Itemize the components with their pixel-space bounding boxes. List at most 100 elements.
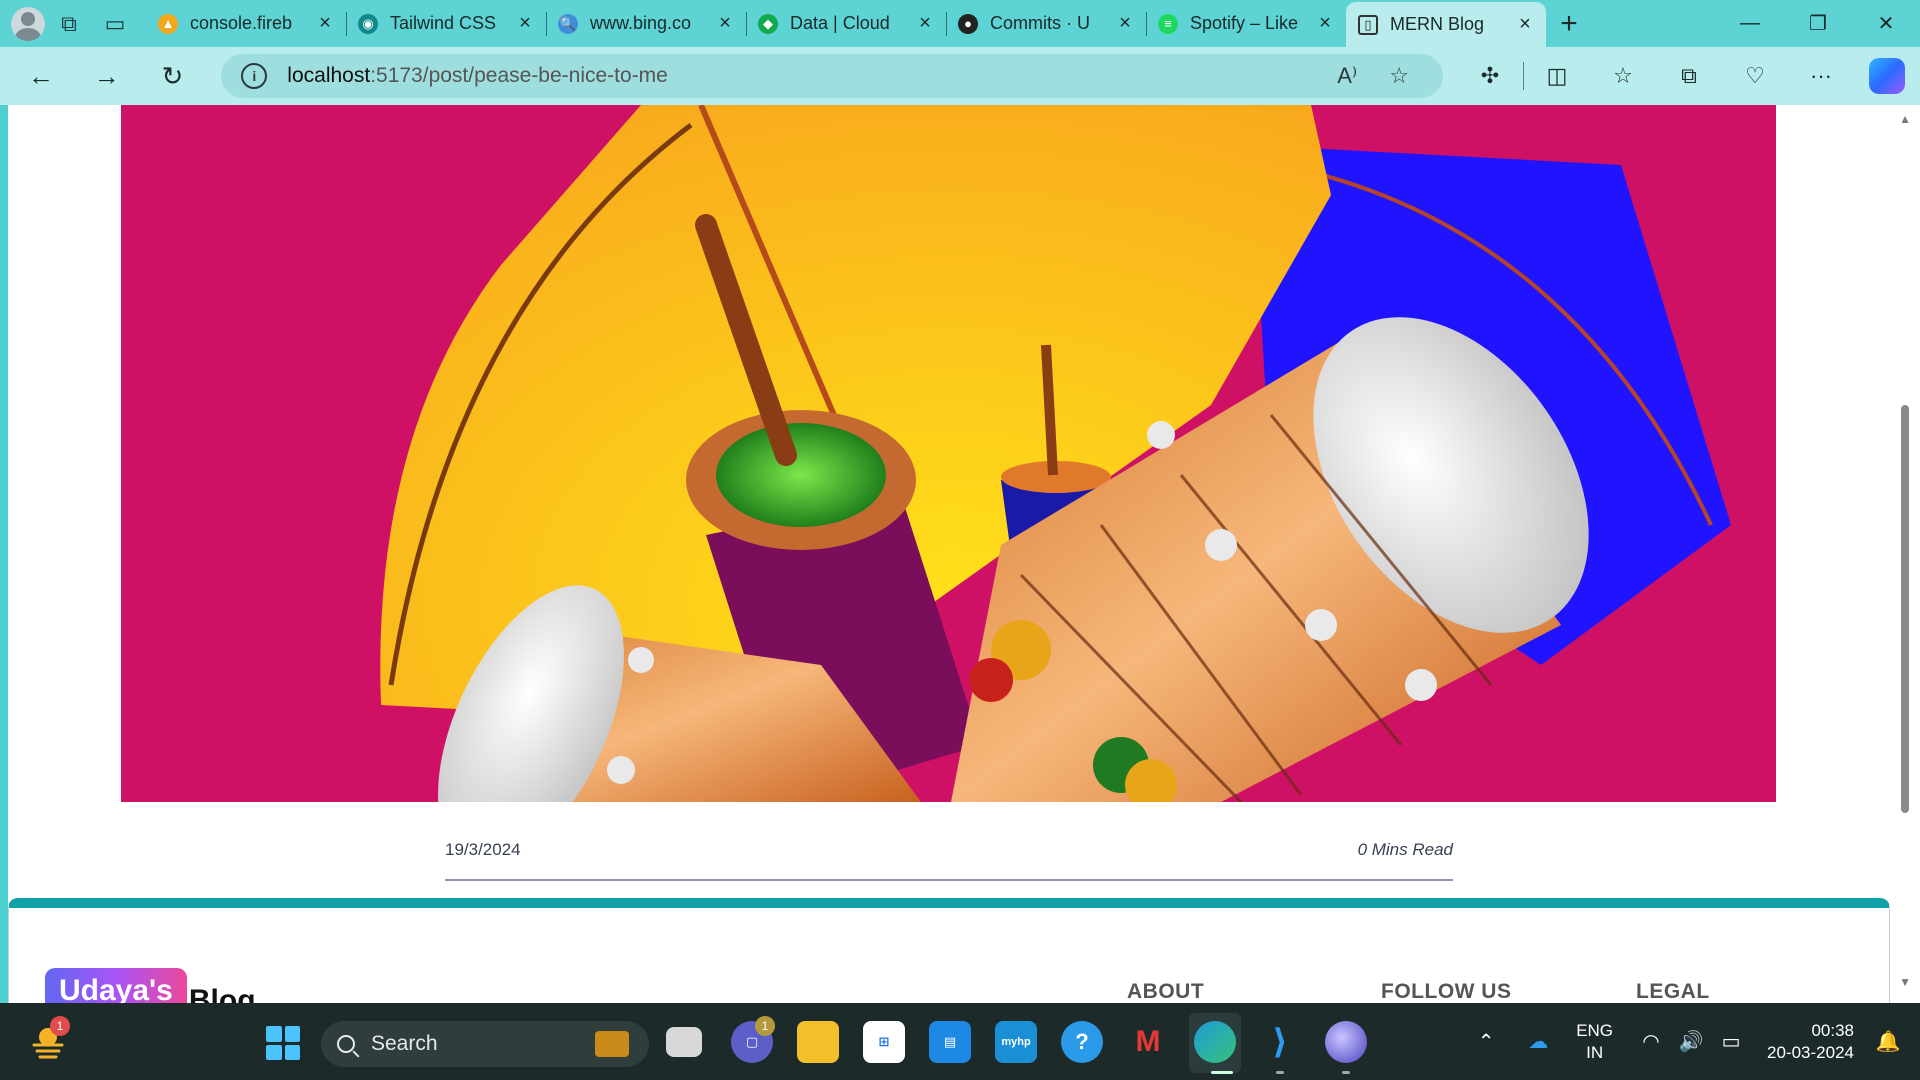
file-explorer-icon[interactable]	[797, 1021, 839, 1063]
lang-line-1: ENG	[1576, 1020, 1614, 1040]
browser-tab-strip: ⧉ ▭ ▲ console.fireb × ◉ Tailwind CSS × 🔍 www.bi…	[0, 0, 1920, 47]
show-hidden-icons-chevron-icon[interactable]: ⌃	[1466, 1029, 1506, 1054]
window-controls: — ❐ ✕	[1716, 0, 1920, 47]
tab-close-icon[interactable]: ×	[1514, 13, 1536, 36]
browser-tab[interactable]: ▯ MERN Blog ×	[1346, 2, 1546, 47]
volume-icon[interactable]: 🔊	[1671, 1029, 1711, 1054]
small-spool-handle	[1041, 344, 1058, 476]
scroll-up-arrow-icon[interactable]: ▲	[1899, 112, 1911, 126]
read-aloud-icon[interactable]: A⁾	[1337, 63, 1357, 89]
back-button[interactable]: ←	[8, 47, 74, 105]
read-time: 0 Mins Read	[1357, 840, 1453, 859]
app-running-indicator	[1342, 1071, 1350, 1074]
minimize-button[interactable]: —	[1716, 0, 1784, 47]
browser-tab[interactable]: ◆ Data | Cloud ×	[746, 0, 946, 47]
clock[interactable]: 00:38 20-03-2024	[1767, 1020, 1854, 1064]
post-date: 19/3/2024	[445, 840, 521, 859]
windows-taskbar: 1 Search ▢ 1 ⊞ ▤ myhp ? M ⟩ ⌃ ☁ ENG IN ◠…	[0, 1003, 1920, 1080]
close-window-button[interactable]: ✕	[1852, 0, 1920, 47]
windows-logo-tile	[284, 1026, 300, 1042]
news-app-icon[interactable]: ▤	[929, 1021, 971, 1063]
copilot-button[interactable]	[1854, 47, 1920, 105]
post-meta: 19/3/2024 0 Mins Read	[445, 840, 1453, 860]
favorite-star-icon[interactable]: ☆	[1389, 63, 1409, 89]
browser-tab[interactable]: 🔍 www.bing.co ×	[546, 0, 746, 47]
tab-favicon-icon: ●	[958, 13, 978, 34]
taskbar-search[interactable]: Search	[321, 1021, 649, 1067]
clock-time: 00:38	[1811, 1020, 1854, 1040]
onedrive-cloud-icon[interactable]: ☁	[1518, 1029, 1558, 1054]
tab-title: MERN Blog	[1390, 14, 1485, 34]
hero-illustration	[121, 105, 1776, 802]
tab-actions-icon[interactable]: ▭	[92, 0, 138, 47]
myhp-icon[interactable]: myhp	[995, 1021, 1037, 1063]
favorites-icon[interactable]: ☆	[1590, 47, 1656, 105]
task-view-icon[interactable]	[666, 1027, 702, 1057]
tab-favicon-icon: ▲	[158, 13, 178, 34]
post-hero-image	[121, 105, 1776, 802]
tab-title: Data | Cloud	[790, 13, 890, 33]
edge-active-indicator	[1211, 1071, 1233, 1074]
copilot-icon	[1869, 58, 1906, 94]
tab-favicon-icon: ◆	[758, 13, 778, 34]
tassel	[969, 658, 1013, 702]
drum-bead	[1147, 421, 1175, 449]
more-menu-icon[interactable]: ···	[1788, 47, 1854, 105]
vscode-icon[interactable]: ⟩	[1259, 1021, 1301, 1063]
extensions-icon[interactable]: ✣	[1457, 47, 1523, 105]
weather-badge: 1	[50, 1016, 70, 1036]
scroll-down-arrow-icon[interactable]: ▼	[1899, 975, 1911, 989]
tab-close-icon[interactable]: ×	[914, 12, 936, 35]
site-info-icon[interactable]: i	[241, 63, 268, 89]
get-help-icon[interactable]: ?	[1061, 1021, 1103, 1063]
footer-heading-about: ABOUT	[1127, 980, 1205, 1003]
collections-icon[interactable]: ⧉	[1656, 47, 1722, 105]
browser-toolbar: ← → ↻ i localhost:5173/post/pease-be-nic…	[0, 47, 1920, 105]
tab-close-icon[interactable]: ×	[1114, 12, 1136, 35]
tab-close-icon[interactable]: ×	[314, 12, 336, 35]
tab-title: Spotify – Like	[1190, 13, 1299, 33]
browser-tab[interactable]: ≡ Spotify – Like ×	[1146, 0, 1346, 47]
site-footer: Udaya's Blog ABOUT FOLLOW US LEGAL	[8, 898, 1890, 1003]
split-screen-icon[interactable]: ◫	[1524, 47, 1590, 105]
start-button[interactable]	[266, 1026, 300, 1060]
browser-tab[interactable]: ● Commits · U ×	[946, 0, 1146, 47]
workspaces-icon[interactable]: ⧉	[46, 0, 92, 47]
mcafee-icon[interactable]: M	[1127, 1021, 1169, 1063]
search-label: Search	[371, 1032, 438, 1055]
tab-list: ▲ console.fireb × ◉ Tailwind CSS × 🔍 www.bing.c…	[146, 0, 1546, 47]
vscode-running-indicator	[1276, 1071, 1284, 1074]
url-text[interactable]: localhost:5173/post/pease-be-nice-to-me	[287, 64, 1337, 88]
profile-avatar-icon	[11, 6, 45, 41]
teams-badge: 1	[755, 1016, 775, 1036]
tab-close-icon[interactable]: ×	[714, 12, 736, 35]
tab-favicon-icon: ≡	[1158, 13, 1178, 34]
brand-chip: Udaya's	[45, 968, 187, 1003]
notifications-bell-icon[interactable]: 🔔	[1868, 1029, 1908, 1054]
refresh-button[interactable]: ↻	[140, 47, 206, 105]
browser-essentials-icon[interactable]: ♡	[1722, 47, 1788, 105]
tab-title: console.fireb	[190, 13, 293, 33]
new-tab-button[interactable]: +	[1546, 0, 1592, 47]
tab-close-icon[interactable]: ×	[514, 12, 536, 35]
app-sphere-icon[interactable]	[1325, 1021, 1367, 1063]
profile-button[interactable]	[0, 0, 46, 47]
forward-button[interactable]: →	[74, 47, 140, 105]
microsoft-store-icon[interactable]: ⊞	[863, 1021, 905, 1063]
browser-tab[interactable]: ◉ Tailwind CSS ×	[346, 0, 546, 47]
wifi-icon[interactable]: ◠	[1631, 1029, 1671, 1054]
restore-button[interactable]: ❐	[1784, 0, 1852, 47]
address-bar[interactable]: i localhost:5173/post/pease-be-nice-to-m…	[221, 54, 1444, 98]
tab-favicon-icon: ◉	[358, 13, 378, 34]
drum-bead	[1405, 669, 1437, 701]
edge-browser-icon[interactable]	[1194, 1021, 1236, 1063]
meta-divider	[445, 879, 1453, 881]
footer-brand-logo[interactable]: Udaya's Blog	[45, 968, 256, 1003]
windows-logo-tile	[266, 1026, 282, 1042]
tab-close-icon[interactable]: ×	[1314, 12, 1336, 35]
battery-icon[interactable]: ▭	[1711, 1029, 1751, 1054]
input-language[interactable]: ENG IN	[1576, 1020, 1613, 1064]
windows-logo-tile	[266, 1044, 282, 1060]
browser-tab[interactable]: ▲ console.fireb ×	[146, 0, 346, 47]
scroll-thumb[interactable]	[1901, 405, 1909, 813]
